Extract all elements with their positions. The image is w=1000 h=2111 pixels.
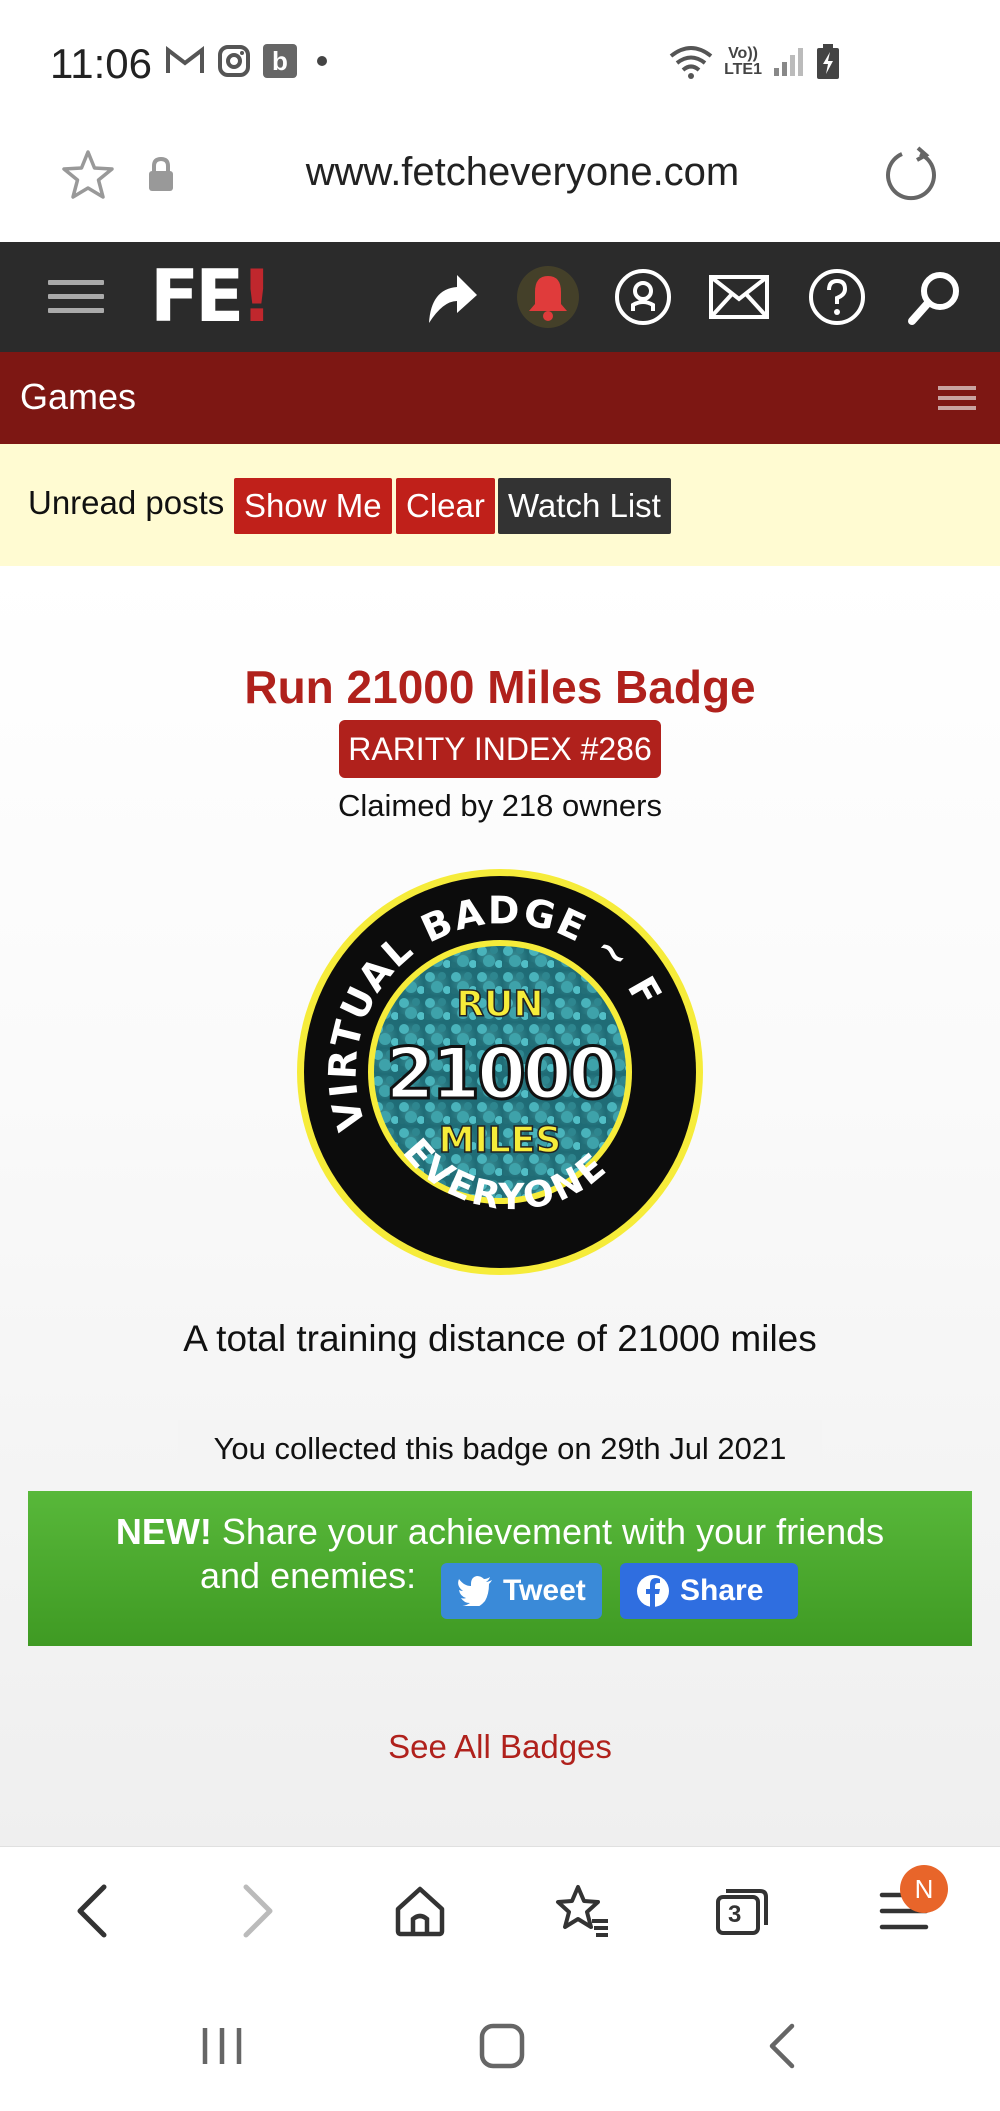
system-nav-bar — [0, 1976, 1000, 2111]
wifi-icon — [669, 46, 713, 79]
gmail-icon — [166, 46, 204, 73]
lock-icon — [149, 156, 173, 191]
section-title: Games — [20, 376, 137, 417]
see-all-badges-link[interactable]: See All Badges — [0, 1728, 1000, 1766]
facebook-icon — [637, 1575, 669, 1607]
url-bar: www.fetcheveryone.com — [0, 130, 1000, 242]
battery-icon — [817, 44, 839, 79]
rarity-badge: RARITY INDEX #286 — [339, 720, 661, 778]
home-button-icon[interactable] — [472, 2018, 532, 2074]
instagram-icon — [218, 45, 250, 77]
search-icon[interactable] — [903, 264, 969, 330]
status-time: 11:06 — [50, 40, 152, 87]
site-nav: FE! — [0, 242, 1000, 352]
share-panel: NEW! Share your achievement with your fr… — [28, 1491, 972, 1646]
claimed-count: Claimed by 218 owners — [338, 788, 662, 823]
twitter-icon — [457, 1576, 492, 1606]
site-logo[interactable]: FE! — [150, 256, 273, 336]
share-text-line2: and enemies: — [200, 1555, 417, 1596]
share-arrow-icon[interactable] — [418, 264, 484, 330]
show-me-button[interactable]: Show Me — [234, 478, 392, 534]
forward-icon[interactable] — [226, 1879, 290, 1943]
home-icon[interactable] — [388, 1879, 452, 1943]
signal-icon — [774, 48, 803, 76]
collected-date: You collected this badge on 29th Jul 202… — [178, 1420, 822, 1478]
facebook-share-button[interactable]: Share — [620, 1563, 798, 1619]
recent-apps-icon[interactable] — [192, 2018, 252, 2074]
dot-icon — [317, 56, 327, 66]
mail-icon[interactable] — [706, 264, 772, 330]
share-text-line1: NEW! Share your achievement with your fr… — [115, 1511, 885, 1552]
notification-icons: b — [165, 44, 327, 78]
badge-content: Run 21000 Miles Badge RARITY INDEX #286 … — [0, 566, 1000, 1846]
bookmark-star-icon[interactable] — [60, 148, 116, 204]
unread-posts-label: Unread posts — [28, 484, 225, 521]
tweet-button[interactable]: Tweet — [441, 1563, 602, 1619]
badge-center-run: RUN — [456, 984, 543, 1025]
badge-image: VIRTUAL BADGE ~ FETCH EVERYONE RUN 21000… — [294, 866, 703, 1275]
badge-center-miles: MILES — [439, 1120, 562, 1161]
section-menu-icon[interactable] — [938, 386, 976, 414]
unread-posts-bar: Unread posts Show Me Clear Watch List — [0, 444, 1000, 566]
badge-description: A total training distance of 21000 miles — [183, 1318, 817, 1359]
url-text[interactable]: www.fetcheveryone.com — [200, 150, 845, 195]
reload-icon[interactable] — [882, 146, 940, 204]
bell-icon[interactable] — [515, 264, 581, 330]
browser-toolbar: 3 N — [0, 1846, 1000, 1976]
account-icon[interactable] — [610, 264, 676, 330]
bookmarks-icon[interactable] — [550, 1879, 614, 1943]
b-app-icon: b — [263, 44, 297, 78]
help-icon[interactable] — [804, 264, 870, 330]
system-icons: Vo)) LTE1 — [668, 44, 840, 80]
back-icon[interactable] — [60, 1879, 124, 1943]
badge-title: Run 21000 Miles Badge — [244, 661, 756, 713]
tabs-icon[interactable]: 3 — [710, 1879, 774, 1943]
new-label: NEW! — [115, 1511, 212, 1552]
network-label: Vo)) LTE1 — [724, 45, 762, 78]
section-header: Games — [0, 352, 1000, 444]
status-bar: 11:06 b Vo)) LTE1 — [0, 0, 1000, 130]
badge-center-number: 21000 — [386, 1033, 615, 1115]
clear-button[interactable]: Clear — [396, 478, 495, 534]
watch-list-button[interactable]: Watch List — [498, 478, 671, 534]
tabs-count: 3 — [728, 1901, 742, 1928]
notification-badge: N — [900, 1865, 948, 1913]
system-back-icon[interactable] — [752, 2018, 812, 2074]
menu-icon[interactable] — [48, 280, 104, 316]
